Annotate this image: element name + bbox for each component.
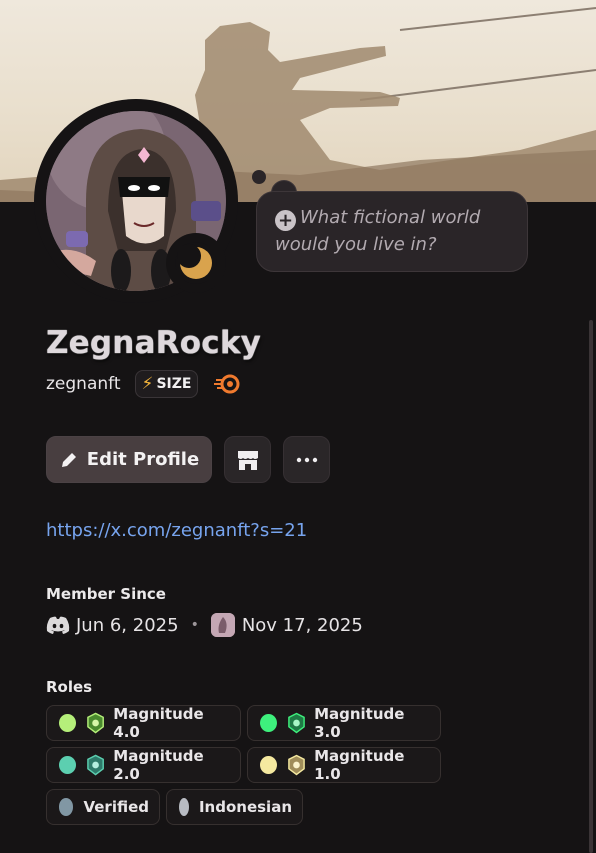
custom-status-bubble[interactable]: + What fictional world would you live in? <box>256 191 528 272</box>
role-name: Magnitude 1.0 <box>314 747 405 783</box>
magnitude-badge-icon <box>87 754 105 776</box>
role-name: Magnitude 3.0 <box>314 705 405 741</box>
scrollbar[interactable] <box>589 320 593 853</box>
member-since-row: Jun 6, 2025 • Nov 17, 2025 <box>46 612 363 638</box>
add-status-icon: + <box>275 210 296 231</box>
server-tag-label: SIZE <box>156 376 192 392</box>
shop-button[interactable] <box>224 436 271 483</box>
server-icon <box>210 613 235 637</box>
magnitude-badge-icon <box>288 754 305 776</box>
shop-icon <box>237 450 258 470</box>
role-color-dot <box>179 798 189 816</box>
server-tag[interactable]: ⚡ SIZE <box>134 370 199 398</box>
edit-profile-label: Edit Profile <box>86 449 200 470</box>
role-name: Indonesian <box>198 798 292 816</box>
more-options-button[interactable] <box>283 436 330 483</box>
more-dots-icon <box>296 457 317 462</box>
role-color-dot <box>59 756 77 774</box>
magnitude-badge-icon <box>288 712 305 734</box>
profile-link[interactable]: https://x.com/zegnanft?s=21 <box>46 520 307 541</box>
nitro-badge-icon[interactable] <box>214 374 240 394</box>
role-magnitude-1[interactable]: Magnitude 1.0 <box>247 747 441 783</box>
thought-dot-small <box>252 170 266 184</box>
role-color-dot <box>59 798 74 816</box>
role-magnitude-2[interactable]: Magnitude 2.0 <box>46 747 241 783</box>
discord-icon <box>46 616 70 634</box>
username[interactable]: zegnanft <box>46 374 121 394</box>
role-color-dot <box>260 756 278 774</box>
role-magnitude-3[interactable]: Magnitude 3.0 <box>247 705 441 741</box>
discord-join-date: Jun 6, 2025 <box>76 614 179 636</box>
pencil-icon <box>61 452 76 467</box>
idle-status-icon <box>175 242 217 284</box>
member-since-label: Member Since <box>46 585 166 603</box>
magnitude-badge-icon <box>87 712 105 734</box>
display-name: ZegnaRocky <box>46 325 262 361</box>
role-color-dot <box>59 714 77 732</box>
role-color-dot <box>260 714 278 732</box>
lightning-icon: ⚡ <box>141 374 154 394</box>
role-magnitude-4[interactable]: Magnitude 4.0 <box>46 705 241 741</box>
role-verified[interactable]: Verified <box>46 789 160 825</box>
separator-dot: • <box>190 617 199 633</box>
role-indonesian[interactable]: Indonesian <box>166 789 303 825</box>
edit-profile-button[interactable]: Edit Profile <box>46 436 212 483</box>
role-name: Magnitude 4.0 <box>113 705 204 741</box>
server-join-date: Nov 17, 2025 <box>241 614 363 636</box>
handle-row: zegnanft ⚡ SIZE <box>46 370 240 398</box>
roles-label: Roles <box>46 678 93 696</box>
custom-status-text: What fictional world would you live in? <box>275 207 481 255</box>
role-name: Magnitude 2.0 <box>113 747 204 783</box>
roles-list: Magnitude 4.0 Magnitude 3.0 Magnitude 2.… <box>46 705 466 831</box>
role-name: Verified <box>83 798 149 816</box>
